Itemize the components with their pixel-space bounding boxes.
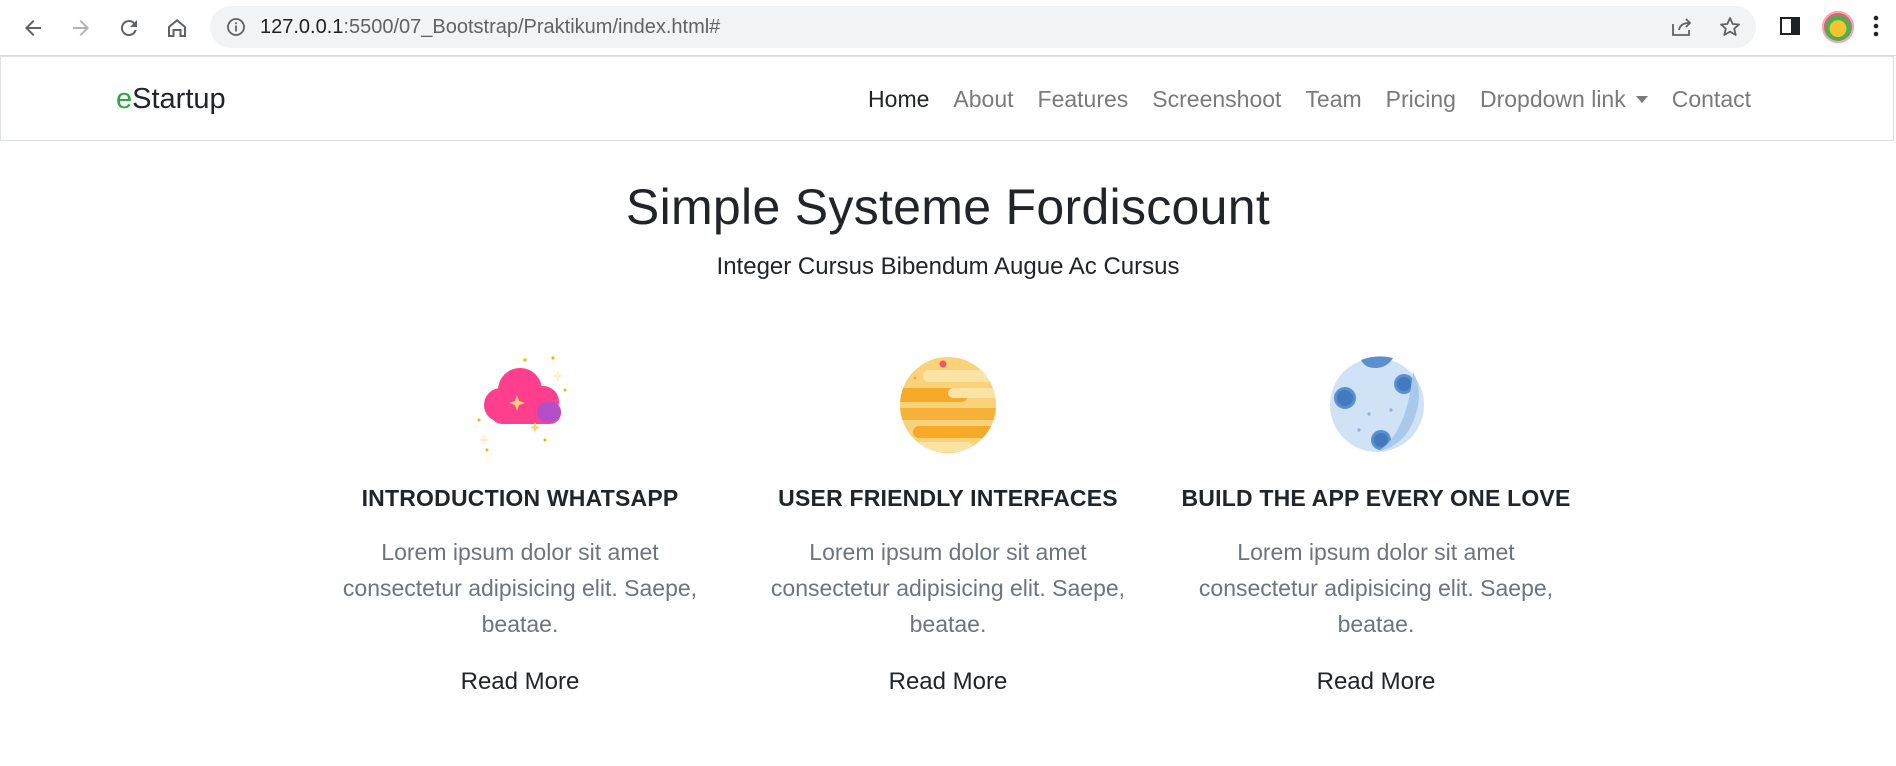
yellow-planet-icon bbox=[900, 357, 996, 453]
nav-link-pricing[interactable]: Pricing bbox=[1374, 86, 1468, 113]
more-menu-icon[interactable] bbox=[1872, 14, 1880, 43]
feature-text: Lorem ipsum dolor sit amet consectetur a… bbox=[770, 539, 1126, 637]
feature-title: USER FRIENDLY INTERFACES bbox=[778, 485, 1118, 511]
nav-link-dropdown[interactable]: Dropdown link bbox=[1468, 86, 1660, 113]
dropdown-label: Dropdown link bbox=[1479, 86, 1626, 112]
nav-link-about[interactable]: About bbox=[941, 86, 1025, 113]
address-bar[interactable]: 127.0.0.1:5500/07_Bootstrap/Praktikum/in… bbox=[210, 6, 1756, 48]
pink-cloud-icon bbox=[477, 356, 567, 452]
info-icon[interactable] bbox=[226, 17, 246, 42]
home-icon[interactable] bbox=[162, 13, 192, 43]
nav-link-contact[interactable]: Contact bbox=[1660, 86, 1763, 113]
nav-links: Home About Features Screenshoot Team Pri… bbox=[856, 86, 1763, 113]
read-more-link[interactable]: Read More bbox=[889, 668, 1008, 696]
brand-name: Startup bbox=[132, 83, 226, 115]
share-icon[interactable] bbox=[1670, 16, 1694, 43]
feature-text: Lorem ipsum dolor sit amet consectetur a… bbox=[1198, 539, 1554, 637]
nav-link-team[interactable]: Team bbox=[1293, 86, 1373, 113]
profile-avatar[interactable] bbox=[1822, 11, 1854, 43]
feature-title: BUILD THE APP EVERY ONE LOVE bbox=[1181, 485, 1571, 511]
read-more-link[interactable]: Read More bbox=[461, 668, 580, 696]
browser-toolbar: 127.0.0.1:5500/07_Bootstrap/Praktikum/in… bbox=[0, 0, 1896, 56]
feature-card: INTRODUCTION WHATSAPP Lorem ipsum dolor … bbox=[320, 350, 720, 696]
feature-card: USER FRIENDLY INTERFACES Lorem ipsum dol… bbox=[748, 350, 1148, 696]
url-host: 127.0.0.1 bbox=[260, 16, 344, 38]
back-icon[interactable] bbox=[18, 13, 48, 43]
reload-icon[interactable] bbox=[114, 13, 144, 43]
url-path: :5500/07_Bootstrap/Praktikum/index.html# bbox=[343, 16, 721, 38]
read-more-link[interactable]: Read More bbox=[1317, 668, 1436, 696]
bookmark-star-icon[interactable] bbox=[1718, 15, 1742, 44]
feature-title: INTRODUCTION WHATSAPP bbox=[361, 485, 679, 511]
url-text: 127.0.0.1:5500/07_Bootstrap/Praktikum/in… bbox=[260, 16, 720, 39]
site-navbar: eStartup Home About Features Screenshoot… bbox=[0, 56, 1894, 141]
side-panel-icon[interactable] bbox=[1778, 14, 1802, 43]
nav-link-screenshoot[interactable]: Screenshoot bbox=[1140, 86, 1293, 113]
caret-down-icon bbox=[1635, 96, 1648, 103]
feature-card: BUILD THE APP EVERY ONE LOVE Lorem ipsum… bbox=[1176, 350, 1576, 696]
nav-link-features[interactable]: Features bbox=[1026, 86, 1141, 113]
hero-title: Simple Systeme Fordiscount bbox=[625, 179, 1271, 235]
feature-text: Lorem ipsum dolor sit amet consectetur a… bbox=[342, 539, 698, 637]
hero-subtitle: Integer Cursus Bibendum Augue Ac Cursus bbox=[716, 253, 1180, 280]
brand-prefix: e bbox=[116, 83, 133, 115]
blue-moon-icon bbox=[1330, 356, 1424, 452]
brand-logo[interactable]: eStartup bbox=[116, 83, 226, 116]
nav-link-home[interactable]: Home bbox=[856, 86, 941, 113]
forward-icon[interactable] bbox=[66, 13, 96, 43]
